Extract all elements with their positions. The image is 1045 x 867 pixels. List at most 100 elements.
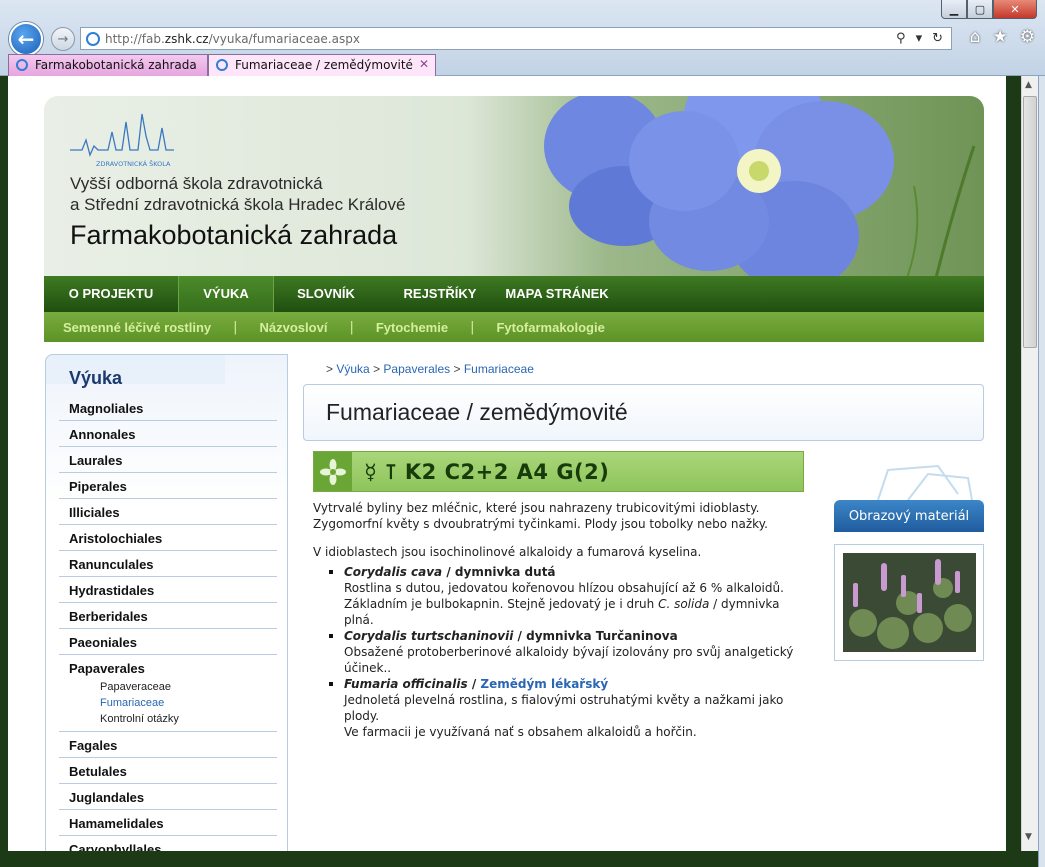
sidebar-item-fagales[interactable]: Fagales [59,732,277,758]
subnav-item-fytochemie[interactable]: Fytochemie [376,320,448,335]
sidebar-item-piperales[interactable]: Piperales [59,473,277,499]
sidebar-item-magnoliales[interactable]: Magnoliales [59,395,277,421]
sidebar-item-caryophyllales[interactable]: Caryophyllales [59,836,277,851]
browser-chrome: ▁ ▢ ✕ ← → http://fab.zshk.cz/vyuka/fumar… [0,0,1045,76]
sidebar-item-hamamelidales[interactable]: Hamamelidales [59,810,277,836]
maximize-icon[interactable]: ▢ [967,0,993,19]
scroll-thumb[interactable] [1023,96,1037,348]
sidebar-item-hydrastidales[interactable]: Hydrastidales [59,577,277,603]
species-separator: / [513,629,527,643]
tab-strip: Farmakobotanická zahrada Fumariaceae / z… [8,54,436,76]
species-common-name: dymnivka dutá [454,565,556,579]
intro-line2: Zygomorfní květy s dvoubratrými tyčinkam… [313,517,768,531]
scroll-down-icon[interactable]: ▼ [1025,832,1032,842]
species-latin-name: Fumaria officinalis [344,677,468,691]
sidebar-item-berberidales[interactable]: Berberidales [59,603,277,629]
sub-nav: Semenné léčivé rostliny | Názvosloví | F… [44,312,984,342]
tab-close-icon[interactable]: ✕ [419,57,429,71]
sidebar-item-laurales[interactable]: Laurales [59,447,277,473]
search-icon[interactable]: ⚲ [896,31,906,46]
gear-icon[interactable]: ⚙ [1020,27,1035,47]
sidebar-list: Magnoliales Annonales Laurales Piperales… [59,395,277,851]
species-description: Rostlina s dutou, jedovatou kořenovou hl… [344,581,784,595]
address-tools: ⚲ ▾ ↻ [896,31,943,46]
sidebar-item-juglandales[interactable]: Juglandales [59,784,277,810]
window-controls: ▁ ▢ ✕ [941,0,1037,19]
page-title-box: Fumariaceae / zemědýmovité [303,384,984,441]
address-bar[interactable]: http://fab.zshk.cz/vyuka/fumariaceae.asp… [80,27,952,50]
sidebar-title: Výuka [69,368,123,388]
intro-line1: Vytrvalé byliny bez mléčnic, které jsou … [313,501,760,515]
subnav-separator: | [349,319,354,335]
frame-left [0,76,8,867]
nav-item-mapa-stranek[interactable]: MAPA STRÁNEK [502,276,612,312]
nav-item-rejstriky[interactable]: REJSTŘÍKY [378,276,502,312]
breadcrumb-link-papaverales[interactable]: Papaverales [383,362,450,376]
nav-item-o-projektu[interactable]: O PROJEKTU [44,276,178,312]
tab-farmakobotanicka[interactable]: Farmakobotanická zahrada [8,54,208,76]
back-button[interactable]: ← [9,22,43,56]
tab-fumariaceae[interactable]: Fumariaceae / zemědýmovité ✕ [208,54,436,76]
sidebar-item-betulales[interactable]: Betulales [59,758,277,784]
flower-icon [314,452,352,491]
subnav-item-nazvoslovi[interactable]: Názvosloví [260,320,328,335]
scroll-up-icon[interactable]: ▲ [1025,80,1032,90]
species-separator: / [442,565,455,579]
toolbar-right: ⌂ ★ ⚙ [970,27,1035,47]
forward-button[interactable]: → [51,27,75,51]
subnav-item-semenne[interactable]: Semenné léčivé rostliny [63,320,211,335]
flax-flower-image [544,96,976,276]
sidebar-item-paeoniales[interactable]: Paeoniales [59,629,277,655]
home-icon[interactable]: ⌂ [970,27,981,47]
site-header: ZDRAVOTNICKÁ ŠKOLA Vyšší odborná škola z… [44,96,984,276]
species-description-2: Základním je bulbokapnin. Stejně jedovat… [344,596,813,628]
sidebar-item-illiciales[interactable]: Illiciales [59,499,277,525]
breadcrumb-link-fumariaceae[interactable]: Fumariaceae [464,362,534,376]
nav-item-slovnik[interactable]: SLOVNÍK [274,276,378,312]
sidebar-subitem-kontrolni-otazky[interactable]: Kontrolní otázky [59,713,277,732]
close-icon[interactable]: ✕ [993,0,1037,19]
star-icon[interactable]: ★ [993,27,1008,47]
species-description: Obsažené protoberberinové alkaloidy býva… [344,645,794,675]
alkaloids-text: V idioblastech jsou isochinolinové alkal… [313,545,702,559]
sidebar-item-ranunculales[interactable]: Ranunculales [59,551,277,577]
logo-text: ZDRAVOTNICKÁ ŠKOLA [96,159,171,168]
list-item: Fumaria officinalis / Zemědým lékařský J… [329,676,813,740]
species-link-zemedym[interactable]: Zemědým lékařský [480,677,608,691]
fumaria-photo[interactable] [843,553,976,652]
species-italic-name: C. solida [658,597,710,611]
flower-formula-box: ☿ ⊺ K2 C2+2 A4 G(2) [313,451,804,492]
sidebar-item-annonales[interactable]: Annonales [59,421,277,447]
subnav-item-fytofarmakologie[interactable]: Fytofarmakologie [496,320,604,335]
minimize-icon[interactable]: ▁ [941,0,967,19]
school-logo[interactable]: ZDRAVOTNICKÁ ŠKOLA [68,110,178,170]
species-latin-name: Corydalis cava [344,565,443,579]
url-prefix: http://fab. [105,32,165,46]
species-description: Jednoletá plevelná rostlina, s fialovými… [344,693,784,723]
page-title: Fumariaceae / zemědýmovité [326,399,628,425]
school-name-line1: Vyšší odborná škola zdravotnická [70,174,323,193]
refresh-icon[interactable]: ↻ [932,31,943,46]
sidebar-subitem-fumariaceae[interactable]: Fumariaceae [59,697,277,713]
species-latin-name: Corydalis turtschaninovii [344,629,514,643]
list-item: Corydalis cava / dymnivka dutá Rostlina … [329,564,813,628]
sidebar-subitem-papaveraceae[interactable]: Papaveraceae [59,681,277,697]
sidebar-item-papaverales[interactable]: Papaverales [59,655,277,681]
subnav-separator: | [233,319,238,335]
vertical-scrollbar[interactable]: ▲ ▼ [1021,76,1038,851]
dropdown-icon[interactable]: ▾ [916,31,923,46]
frame-edge [1038,76,1045,867]
nav-item-vyuka[interactable]: VÝUKA [178,276,274,312]
ie-icon [16,59,28,71]
frame-bottom [0,851,1038,867]
sidebar-item-aristolochiales[interactable]: Aristolochiales [59,525,277,551]
main-nav: O PROJEKTU VÝUKA SLOVNÍK REJSTŘÍKY MAPA … [44,276,984,312]
species-description-text: Základním je bulbokapnin. Stejně jedovat… [344,597,659,611]
image-thumbnail-frame[interactable] [834,544,984,661]
breadcrumb-link-vyuka[interactable]: Výuka [336,362,369,376]
tab-label: Farmakobotanická zahrada [35,58,197,72]
image-gallery-header[interactable]: Obrazový materiál [834,500,984,532]
school-name-line2: a Střední zdravotnická škola Hradec Král… [70,195,406,214]
species-list: Corydalis cava / dymnivka dutá Rostlina … [329,564,813,740]
web-page: ZDRAVOTNICKÁ ŠKOLA Vyšší odborná škola z… [8,76,1006,851]
